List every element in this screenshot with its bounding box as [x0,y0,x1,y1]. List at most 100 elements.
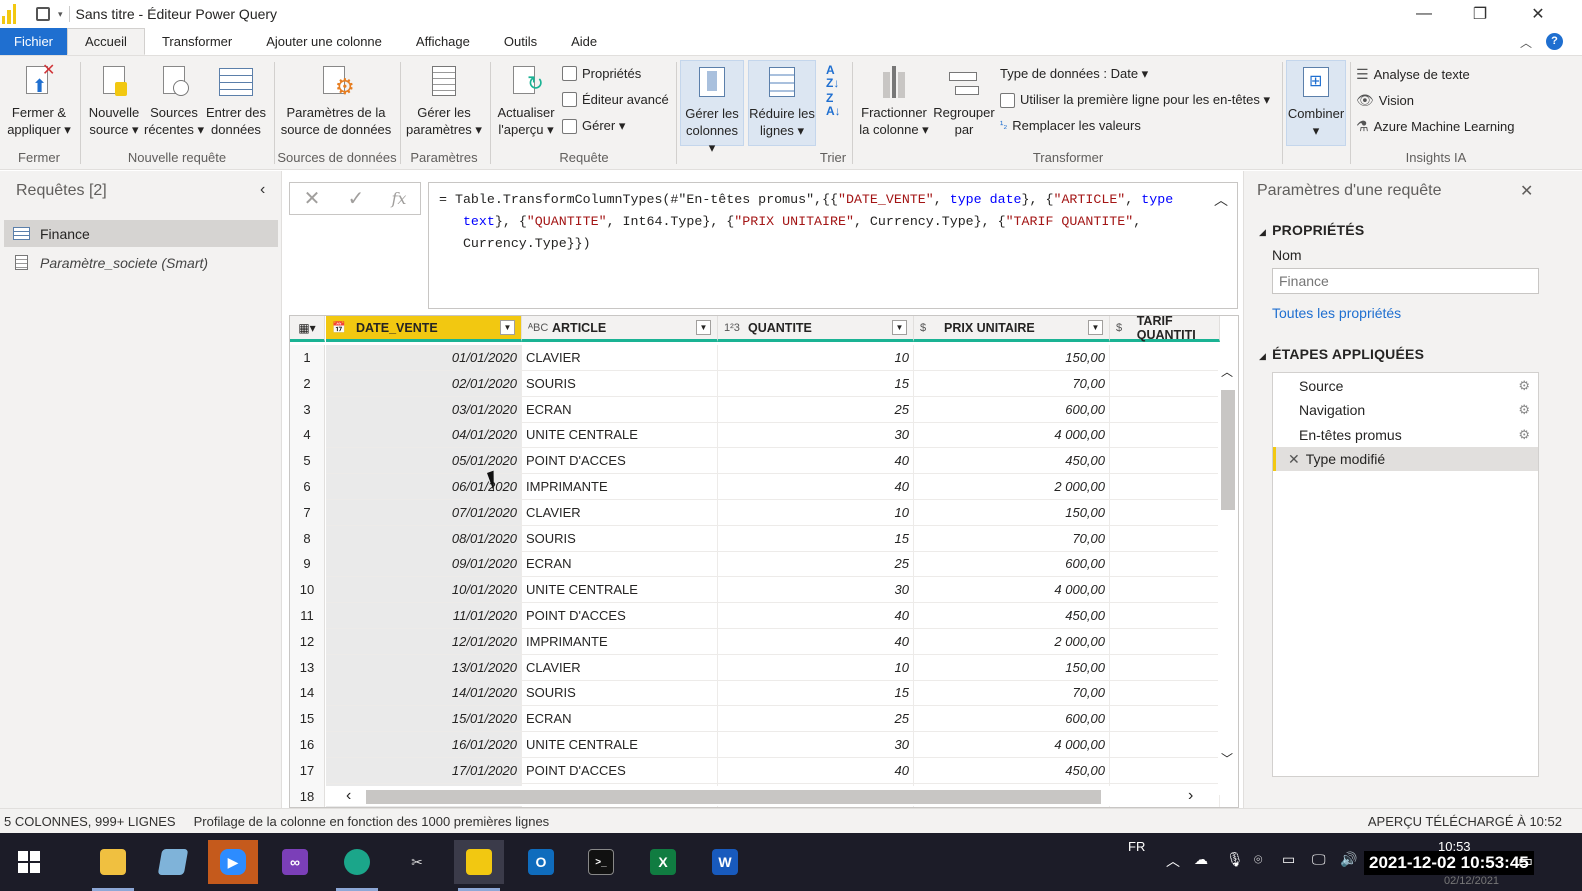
windows-start-icon[interactable] [4,840,54,884]
scroll-up-icon[interactable]: ︿ [1221,363,1233,380]
table-cell[interactable]: 12/01/2020 [326,628,522,655]
column-header[interactable]: ᴬBC ARTICLE ▼ [522,316,718,342]
tab-ajouter-colonne[interactable]: Ajouter une colonne [249,28,399,55]
table-row[interactable]: 9 09/01/2020 ECRAN 25 600,00 [290,551,1220,578]
table-row[interactable]: 4 04/01/2020 UNITE CENTRALE 30 4 000,00 [290,422,1220,449]
table-row[interactable]: 6 06/01/2020 IMPRIMANTE 40 2 000,00 [290,474,1220,500]
column-header[interactable]: 📅 DATE_VENTE ▼ [326,316,522,342]
table-cell[interactable]: 07/01/2020 [326,499,522,526]
table-cell[interactable] [1110,396,1220,423]
table-row[interactable]: 2 02/01/2020 SOURIS 15 70,00 [290,370,1220,397]
table-cell[interactable]: ECRAN [522,706,718,733]
table-cell[interactable]: 450,00 [914,448,1110,475]
sort-ascending-icon[interactable]: A Z↓ [826,64,839,90]
tools-icon[interactable]: ✂ [392,840,442,884]
table-row[interactable]: 3 03/01/2020 ECRAN 25 600,00 [290,396,1220,423]
table-cell[interactable]: 15 [718,525,914,552]
table-cell[interactable]: 4 000,00 [914,732,1110,758]
table-cell[interactable]: ECRAN [522,551,718,578]
table-cell[interactable]: SOURIS [522,525,718,552]
vertical-scroll-thumb[interactable] [1221,390,1235,510]
table-cell[interactable]: 150,00 [914,345,1110,371]
help-icon[interactable]: ? [1546,33,1563,50]
restore-button[interactable]: ❐ [1452,0,1508,28]
group-by-button[interactable]: Regrouper par [932,64,996,138]
table-row[interactable]: 5 05/01/2020 POINT D'ACCES 40 450,00 [290,448,1220,475]
table-cell[interactable] [1110,474,1220,500]
table-cell[interactable]: 03/01/2020 [326,396,522,423]
table-cell[interactable]: UNITE CENTRALE [522,732,718,758]
microphone-icon[interactable]: 🎙 [1226,851,1244,868]
data-type-dropdown[interactable]: Type de données : Date ▾ [1000,66,1148,82]
cancel-formula-icon[interactable]: ✕ [304,186,321,211]
table-cell[interactable] [1110,499,1220,526]
table-row[interactable]: 16 16/01/2020 UNITE CENTRALE 30 4 000,00 [290,732,1220,758]
scroll-left-icon[interactable]: ‹ [346,787,351,805]
new-source-button[interactable]: Nouvelle source ▾ [84,64,144,138]
table-cell[interactable]: 4 000,00 [914,577,1110,604]
table-cell[interactable] [1110,525,1220,552]
table-cell[interactable] [1110,654,1220,681]
vision-button[interactable]: 👁 Vision [1356,92,1414,109]
table-cell[interactable] [1110,603,1220,629]
tab-aide[interactable]: Aide [554,28,614,55]
split-column-button[interactable]: Fractionner la colonne ▾ [856,64,932,138]
query-item-parametre[interactable]: Paramètre_societe (Smart) [4,249,278,276]
table-cell[interactable]: 40 [718,757,914,784]
table-row[interactable]: 11 11/01/2020 POINT D'ACCES 40 450,00 [290,603,1220,629]
table-cell[interactable] [1110,422,1220,449]
scroll-right-icon[interactable]: › [1188,787,1193,805]
column-type-icon[interactable]: 📅 [332,321,352,334]
table-row[interactable]: 15 15/01/2020 ECRAN 25 600,00 [290,706,1220,733]
table-cell[interactable]: POINT D'ACCES [522,603,718,629]
replace-values-button[interactable]: ¹₂ Remplacer les valeurs [1000,118,1141,133]
properties-section[interactable]: ◢ PROPRIÉTÉS [1259,222,1364,238]
table-cell[interactable]: 600,00 [914,706,1110,733]
step-en-tetes-promus[interactable]: En-têtes promus ⚙ [1273,423,1538,447]
camera-icon[interactable]: ⌾ [1254,851,1262,868]
tab-affichage[interactable]: Affichage [399,28,487,55]
clock-date[interactable]: 02/12/2021 [1444,875,1499,887]
horizontal-scroll-thumb[interactable] [366,790,1101,804]
table-cell[interactable]: IMPRIMANTE [522,474,718,500]
table-cell[interactable]: ECRAN [522,396,718,423]
column-type-icon[interactable]: $ [920,322,940,334]
table-cell[interactable] [1110,628,1220,655]
step-source[interactable]: Source ⚙ [1273,374,1538,398]
filter-dropdown-icon[interactable]: ▼ [1088,320,1103,335]
recent-sources-button[interactable]: Sources récentes ▾ [144,64,204,138]
query-name-input[interactable] [1272,268,1539,294]
outlook-icon[interactable]: O [516,840,566,884]
collapse-pane-icon[interactable]: ‹ [260,181,265,199]
column-type-icon[interactable]: ᴬBC [528,322,548,334]
horizontal-scrollbar[interactable]: ‹ › [326,786,1218,806]
table-row[interactable]: 1 01/01/2020 CLAVIER 10 150,00 [290,345,1220,371]
reduce-rows-button[interactable]: Réduire les lignes ▾ [748,60,816,146]
table-cell[interactable]: 08/01/2020 [326,525,522,552]
manage-columns-button[interactable]: Gérer les colonnes ▾ [680,60,744,155]
applied-steps-section[interactable]: ◢ ÉTAPES APPLIQUÉES [1259,346,1424,362]
table-cell[interactable]: 40 [718,474,914,500]
column-type-icon[interactable]: $ [1116,322,1133,334]
table-cell[interactable]: 09/01/2020 [326,551,522,578]
terminal-icon[interactable]: >_ [576,840,626,884]
file-explorer-icon[interactable] [88,840,138,891]
table-row[interactable]: 14 14/01/2020 SOURIS 15 70,00 [290,680,1220,707]
column-header[interactable]: $ PRIX UNITAIRE ▼ [914,316,1110,342]
table-cell[interactable]: 15 [718,370,914,397]
manage-parameters-button[interactable]: Gérer les paramètres ▾ [404,64,484,138]
tab-fichier[interactable]: Fichier [0,28,68,55]
table-cell[interactable]: 2 000,00 [914,474,1110,500]
collapse-formula-icon[interactable]: ︿ [1214,190,1228,210]
table-row[interactable]: 10 10/01/2020 UNITE CENTRALE 30 4 000,00 [290,577,1220,604]
table-row[interactable]: 17 17/01/2020 POINT D'ACCES 40 450,00 [290,757,1220,784]
app-icon[interactable] [148,840,198,884]
table-cell[interactable] [1110,448,1220,475]
table-cell[interactable]: 4 000,00 [914,422,1110,449]
word-icon[interactable]: W [700,840,750,884]
table-row[interactable]: 12 12/01/2020 IMPRIMANTE 40 2 000,00 [290,628,1220,655]
table-cell[interactable]: 17/01/2020 [326,757,522,784]
table-row[interactable]: 7 07/01/2020 CLAVIER 10 150,00 [290,499,1220,526]
all-properties-link[interactable]: Toutes les propriétés [1272,305,1401,321]
table-cell[interactable]: 25 [718,551,914,578]
